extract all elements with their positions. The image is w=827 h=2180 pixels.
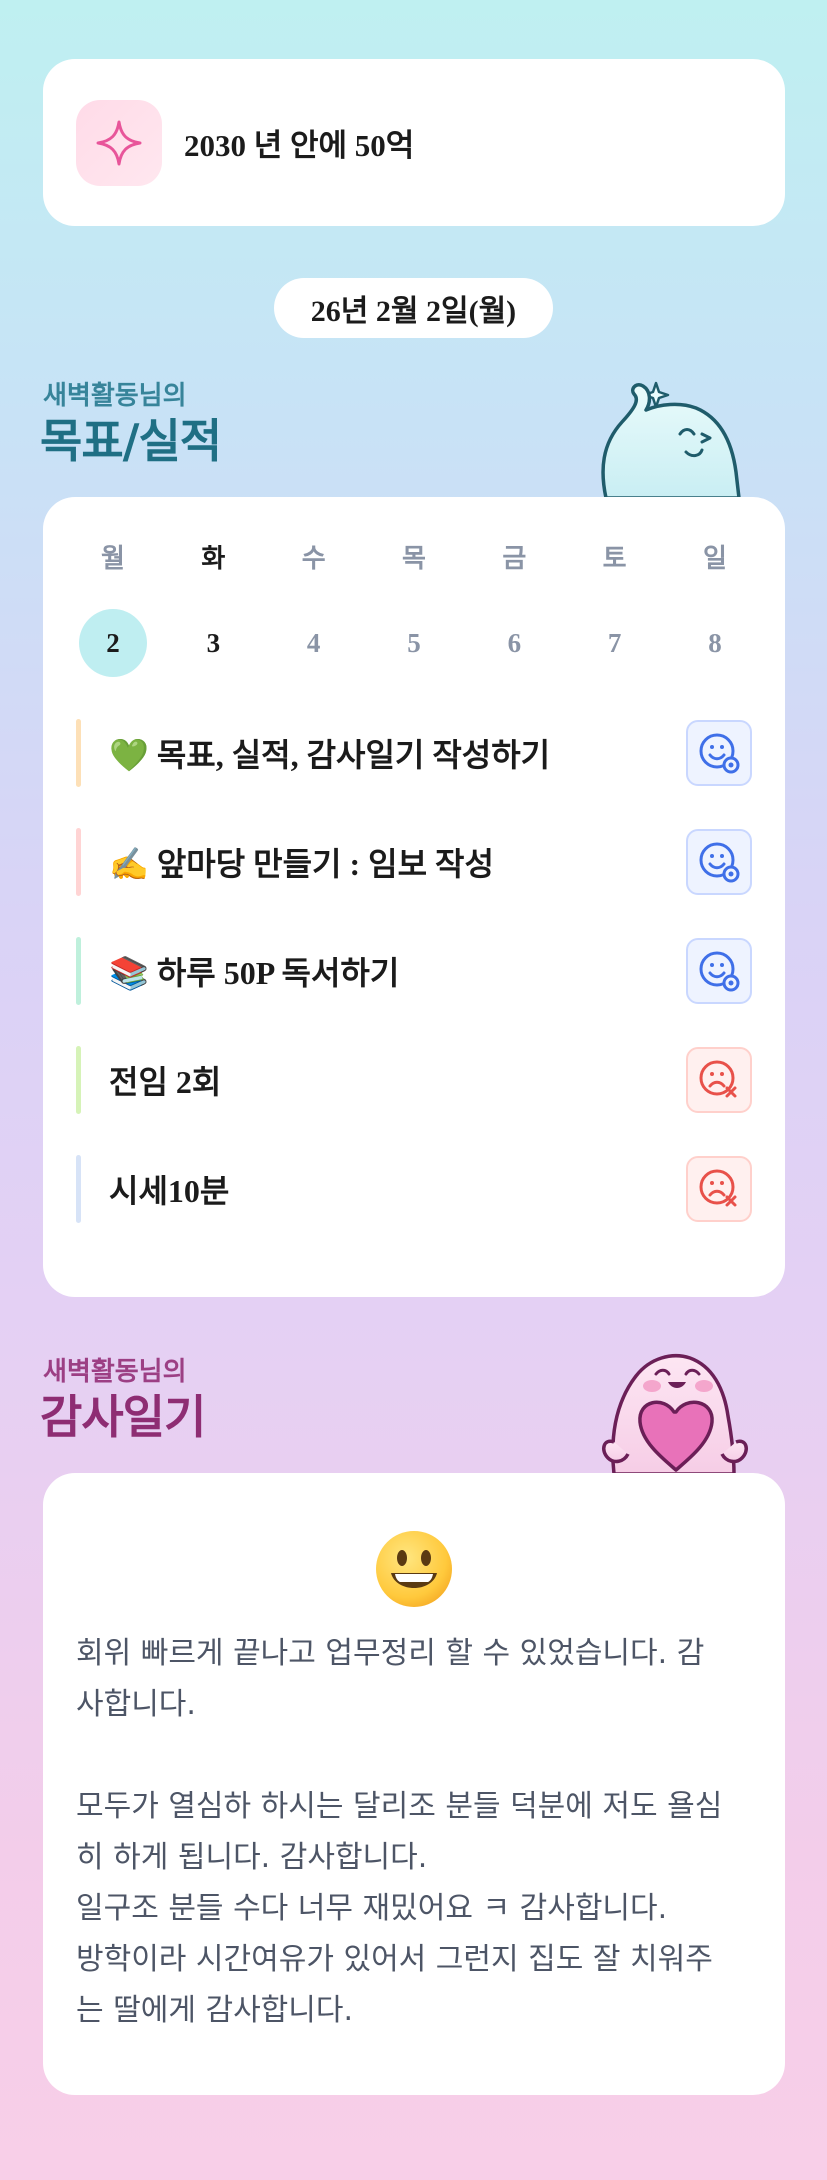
goal-text: 2030 년 안에 50억 xyxy=(184,128,415,163)
task-color-bar xyxy=(76,719,81,787)
date-pill[interactable]: 26년 2월 2일(월) xyxy=(274,278,553,338)
weekday-label: 화 xyxy=(201,544,226,574)
smile-check-icon[interactable] xyxy=(686,938,752,1004)
calendar-day[interactable]: 4 xyxy=(280,609,348,677)
mascot-heart-illustration xyxy=(594,1346,754,1478)
smile-check-icon[interactable] xyxy=(686,720,752,786)
weekday-label: 월 xyxy=(101,544,125,574)
sad-x-icon[interactable] xyxy=(686,1156,752,1222)
weekday-label: 토 xyxy=(602,544,627,574)
calendar-day[interactable]: 7 xyxy=(581,609,649,677)
task-item[interactable]: 시세10분 xyxy=(76,1155,752,1223)
weekday-label: 목 xyxy=(402,544,426,574)
diary-text: 회위 빠르게 끝나고 업무정리 할 수 있었습니다. 감 사합니다. 모두가 열… xyxy=(76,1636,723,2028)
task-label: 전임 2회 xyxy=(109,1064,222,1100)
mascot-cheer-illustration xyxy=(596,372,746,502)
calendar-day[interactable]: 5 xyxy=(380,609,448,677)
diary-section-title: 감사일기 xyxy=(40,1390,206,1444)
task-item[interactable]: ✍️ 앞마당 만들기 : 임보 작성 xyxy=(76,828,752,896)
task-item[interactable]: 전임 2회 xyxy=(76,1046,752,1114)
goals-card: 월 화 수 목 금 토 일 2 3 4 5 6 7 8 💚 목표, 실적, 감사… xyxy=(43,497,785,1297)
week-calendar: 월 화 수 목 금 토 일 2 3 4 5 6 7 8 xyxy=(76,537,752,677)
calendar-day[interactable]: 6 xyxy=(480,609,548,677)
grinning-face-icon xyxy=(374,1529,454,1613)
sad-x-icon[interactable] xyxy=(686,1047,752,1113)
task-label: 💚 목표, 실적, 감사일기 작성하기 xyxy=(109,737,551,773)
task-label: 📚 하루 50P 독서하기 xyxy=(109,955,400,991)
calendar-day-selected[interactable]: 2 xyxy=(79,609,147,677)
task-label: 시세10분 xyxy=(109,1173,230,1209)
weekday-label: 수 xyxy=(301,544,326,574)
task-item[interactable]: 💚 목표, 실적, 감사일기 작성하기 xyxy=(76,719,752,787)
goals-section-title: 목표/실적 xyxy=(40,414,222,468)
weekday-label: 일 xyxy=(703,544,727,574)
weekday-row: 월 화 수 목 금 토 일 xyxy=(76,537,752,581)
task-item[interactable]: 📚 하루 50P 독서하기 xyxy=(76,937,752,1005)
smile-check-icon[interactable] xyxy=(686,829,752,895)
calendar-day[interactable]: 3 xyxy=(179,609,247,677)
task-color-bar xyxy=(76,828,81,896)
weekday-label: 금 xyxy=(502,544,527,574)
task-label: ✍️ 앞마당 만들기 : 임보 작성 xyxy=(109,846,494,882)
task-color-bar xyxy=(76,937,81,1005)
goal-card[interactable]: 2030 년 안에 50억 xyxy=(43,59,785,226)
sparkle-icon xyxy=(76,99,162,186)
date-row: 2 3 4 5 6 7 8 xyxy=(76,609,752,677)
calendar-day[interactable]: 8 xyxy=(681,609,749,677)
task-color-bar xyxy=(76,1046,81,1114)
diary-card[interactable]: 회위 빠르게 끝나고 업무정리 할 수 있었습니다. 감 사합니다. 모두가 열… xyxy=(43,1473,785,2095)
task-color-bar xyxy=(76,1155,81,1223)
